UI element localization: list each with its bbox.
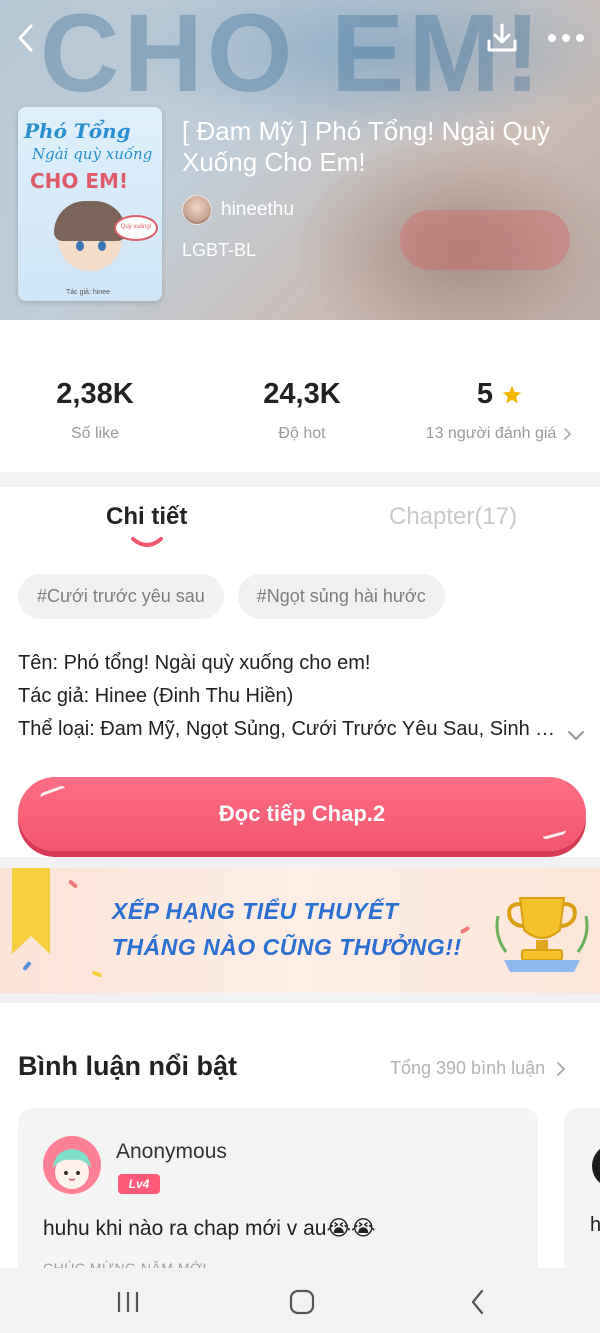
comment-username: Anonymous (116, 1140, 227, 1163)
cover-character-eye (98, 241, 106, 251)
cover-character-eye (76, 241, 84, 251)
cover-author: Tác giả: hinee (66, 289, 110, 296)
confetti (459, 925, 471, 935)
comment-text: huhu khi nào ra chap mới v au😭😭 (43, 1217, 376, 1240)
chevron-right-icon (564, 428, 572, 440)
home-button[interactable] (282, 1282, 322, 1322)
comments-total: Tổng 390 bình luận (390, 1058, 546, 1078)
stat-value: 24,3K (263, 378, 341, 410)
top-bar (0, 18, 600, 62)
continue-reading-button[interactable]: Đọc tiếp Chap.2 (18, 777, 586, 851)
cover-bubble-text: Quỳ xuống! (120, 224, 152, 230)
cover-title-line: Ngài quỳ xuống (32, 145, 153, 163)
info-name: Tên: Phó tổng! Ngài quỳ xuống cho em! (18, 652, 371, 674)
book-cover[interactable]: Phó Tổng Ngài quỳ xuống CHO EM! Quỳ xuốn… (18, 107, 162, 301)
recent-apps-button[interactable] (108, 1282, 148, 1322)
tab-detail[interactable]: Chi tiết (106, 503, 187, 531)
button-shine (39, 784, 67, 802)
stat-value: 5 (476, 378, 494, 410)
stat-label: Độ hot (278, 425, 326, 442)
rating-row: 5 (400, 378, 600, 411)
button-shine (541, 826, 567, 840)
home-icon (289, 1289, 315, 1315)
stats-panel: 2,38K Số like 24,3K Độ hot 5 13 người đá… (0, 320, 600, 472)
system-nav-bar (0, 1268, 600, 1333)
continue-reading-label: Đọc tiếp Chap.2 (218, 801, 386, 826)
back-icon (471, 1289, 484, 1315)
download-icon (487, 23, 517, 52)
stat-label: Số like (70, 425, 120, 442)
confetti (22, 960, 32, 972)
avatar-illustration (53, 1149, 91, 1189)
star-icon (502, 385, 522, 403)
confetti (67, 879, 79, 889)
tag-chip[interactable]: #Cưới trước yêu sau (18, 574, 224, 619)
author-row[interactable]: hineethu (182, 194, 294, 226)
comments-total-link[interactable]: Tổng 390 bình luận (390, 1058, 567, 1079)
download-button[interactable] (482, 18, 522, 58)
trophy-icon (495, 897, 589, 972)
cover-title-line: Phó Tổng (24, 119, 131, 143)
avatar (592, 1144, 600, 1188)
tag-chip[interactable]: #Ngọt sủng hài hước (237, 574, 445, 619)
cover-character-hair (54, 201, 126, 241)
cover-speech-bubble: Quỳ xuống! (114, 215, 158, 241)
stat-hot: 24,3K Độ hot (202, 378, 402, 443)
expand-chevron-icon[interactable] (564, 723, 588, 747)
info-genres: Thể loại: Đam Mỹ, Ngọt Sủng, Cưới Trước … (18, 718, 566, 740)
tab-indicator (131, 537, 163, 547)
book-title: [ Đam Mỹ ] Phó Tổng! Ngài Quỳ Xuống Cho … (182, 116, 550, 177)
stat-likes: 2,38K Số like (0, 378, 195, 443)
system-back-button[interactable] (458, 1282, 498, 1322)
avatar (43, 1136, 101, 1194)
more-icon (548, 34, 584, 42)
level-badge: Lv4 (118, 1174, 160, 1194)
rating-count-row: 13 người đánh giá (400, 425, 600, 443)
book-genre: LGBT-BL (182, 240, 257, 260)
chevron-right-icon (557, 1061, 566, 1076)
stat-value: 2,38K (56, 378, 134, 410)
details-section: Chi tiết Chapter(17) #Cưới trước yêu sau… (0, 487, 600, 857)
author-name: hineethu (221, 199, 294, 220)
back-button[interactable] (6, 18, 46, 58)
back-icon (18, 24, 33, 52)
info-author: Tác giả: Hinee (Đinh Thu Hiền) (18, 685, 294, 707)
book-info: Tên: Phó tổng! Ngài quỳ xuống cho em! Tá… (18, 647, 566, 746)
ribbon-bookmark (12, 868, 50, 954)
stat-rating[interactable]: 5 13 người đánh giá (400, 378, 600, 443)
cover-title-line: CHO EM! (30, 169, 129, 193)
banner-text-line: THÁNG NÀO CŨNG THƯỞNG!! (112, 934, 462, 960)
comments-section: Bình luận nổi bật Tổng 390 bình luận Ano… (0, 1003, 600, 1308)
banner-text-line: XẾP HẠNG TIỂU THUYẾT (112, 898, 399, 924)
recent-apps-icon (117, 1292, 139, 1312)
ranking-banner[interactable]: XẾP HẠNG TIỂU THUYẾT THÁNG NÀO CŨNG THƯỞ… (0, 868, 600, 993)
tag-list: #Cưới trước yêu sau #Ngọt sủng hài hước (18, 574, 445, 619)
comment-text: h (590, 1214, 600, 1236)
confetti (91, 970, 103, 978)
stat-label: 13 người đánh giá (425, 425, 557, 442)
comments-title: Bình luận nổi bật (18, 1051, 237, 1081)
avatar (182, 195, 212, 225)
more-button[interactable] (546, 18, 586, 58)
tab-chapter[interactable]: Chapter(17) (389, 503, 517, 531)
book-header: CHO EM! Phó Tổng Ngài quỳ xuống CHO EM! (0, 0, 600, 320)
